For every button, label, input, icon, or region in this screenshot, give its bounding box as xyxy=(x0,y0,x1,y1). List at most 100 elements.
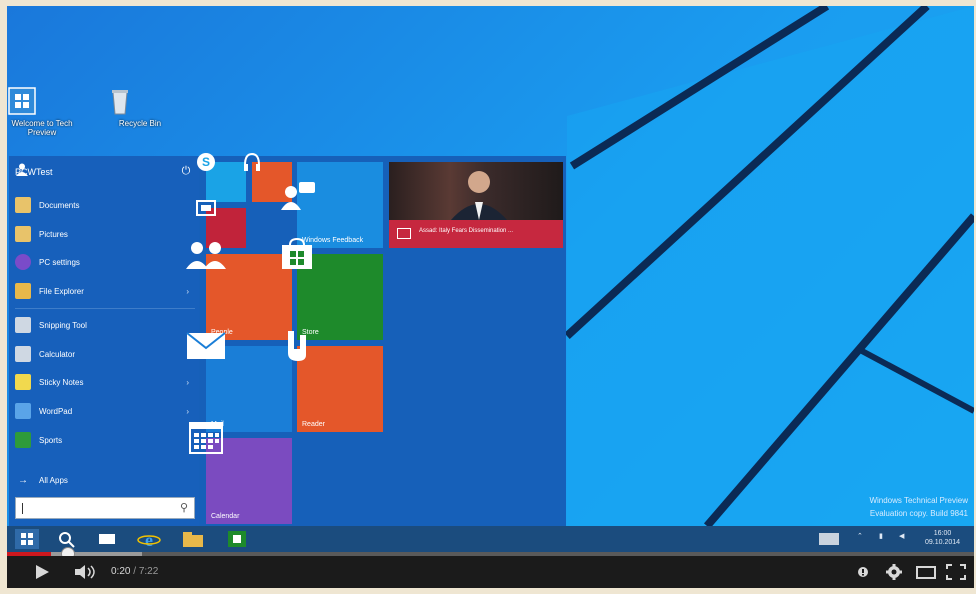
volume-icon xyxy=(75,565,95,579)
tile-calendar[interactable]: Calendar xyxy=(189,422,292,524)
desktop-icon-label: Recycle Bin xyxy=(118,119,162,128)
taskbar-store[interactable] xyxy=(225,529,249,549)
tile-skype[interactable]: S xyxy=(197,153,246,202)
chevron-right-icon[interactable]: › xyxy=(186,287,189,296)
menu-item-label: File Explorer xyxy=(39,286,84,296)
search-input[interactable]: ⚲ xyxy=(15,497,195,519)
tile-store[interactable]: Store xyxy=(282,237,383,340)
store-icon xyxy=(228,531,246,547)
svg-text:e: e xyxy=(145,530,153,549)
menu-item-wordpad[interactable]: WordPad › xyxy=(15,400,195,422)
search-icon[interactable]: ⚲ xyxy=(180,501,188,514)
user-icon xyxy=(16,163,28,176)
folder-icon xyxy=(183,532,203,547)
video-frame: Welcome to Tech Preview Recycle Bin PCWT… xyxy=(0,0,976,594)
player-controls: 0:20 / 7:22 xyxy=(7,556,974,588)
taskbar-file-explorer[interactable] xyxy=(181,529,205,549)
pictures-icon xyxy=(15,226,31,242)
divider xyxy=(15,308,195,309)
menu-item-label: PC settings xyxy=(39,257,80,267)
time-display: 0:20 / 7:22 xyxy=(111,562,158,582)
current-time: 0:20 xyxy=(111,566,131,577)
sticky-notes-icon xyxy=(15,374,31,390)
desktop-icon-recycle-bin[interactable]: Recycle Bin xyxy=(105,86,175,128)
start-menu: PCWTest ⏻ Documents Pictures PC settings xyxy=(9,152,566,526)
all-apps-button[interactable]: → All Apps xyxy=(15,469,195,491)
menu-item-label: Calculator xyxy=(39,349,76,359)
internet-explorer-icon: e xyxy=(137,530,161,550)
watermark-line-1: Windows Technical Preview xyxy=(869,496,968,505)
tile-label: Assad: Italy Fears Dissemination ... xyxy=(419,228,514,234)
start-button[interactable] xyxy=(15,529,39,549)
start-menu-left-pane: PCWTest ⏻ Documents Pictures PC settings xyxy=(9,156,199,526)
taskbar-search-button[interactable] xyxy=(55,529,79,549)
task-view-button[interactable] xyxy=(95,529,119,549)
user-account[interactable]: PCWTest xyxy=(15,162,53,182)
play-icon xyxy=(36,565,49,579)
windows-logo-icon xyxy=(21,533,33,545)
keyboard-icon[interactable] xyxy=(819,533,839,545)
menu-item-pictures[interactable]: Pictures xyxy=(15,223,195,245)
tile-windows-feedback[interactable]: Windows Feedback xyxy=(281,162,383,248)
theater-mode-button[interactable] xyxy=(915,562,937,582)
network-icon[interactable]: ▮ xyxy=(879,532,883,540)
tile-reader[interactable]: Reader xyxy=(288,331,383,432)
menu-item-sports[interactable]: Sports xyxy=(15,429,195,451)
skype-icon: S xyxy=(197,153,215,171)
menu-item-label: Documents xyxy=(39,200,80,210)
menu-item-calculator[interactable]: Calculator xyxy=(15,343,195,365)
play-button[interactable] xyxy=(33,562,51,582)
mail-icon xyxy=(186,332,226,359)
menu-item-label: Sports xyxy=(39,435,63,445)
theater-icon xyxy=(916,566,936,579)
settings-icon xyxy=(886,564,902,580)
taskbar: e ⌃ ▮ ◀ 16:00 09.10.2014 xyxy=(7,526,974,552)
menu-item-label: Sticky Notes xyxy=(39,377,84,387)
taskbar-clock[interactable]: 16:00 09.10.2014 xyxy=(925,529,960,547)
desktop-icon-welcome[interactable]: Welcome to Tech Preview xyxy=(7,86,77,137)
chevron-right-icon[interactable]: › xyxy=(186,407,189,416)
menu-item-label: WordPad xyxy=(39,406,73,416)
text-caret xyxy=(22,503,23,514)
time-separator: / xyxy=(133,566,137,577)
news-photo xyxy=(389,162,563,220)
video-icon xyxy=(196,200,216,216)
annotations-icon xyxy=(858,567,868,577)
all-apps-label: All Apps xyxy=(39,475,68,485)
annotations-button[interactable] xyxy=(855,562,871,582)
taskbar-internet-explorer[interactable]: e xyxy=(137,529,161,550)
people-icon xyxy=(186,242,226,269)
headphones-icon xyxy=(244,152,260,171)
clock-time: 16:00 xyxy=(933,530,952,537)
fullscreen-button[interactable] xyxy=(945,562,967,582)
tile-mail[interactable]: Mail xyxy=(186,332,292,432)
windows-logo-icon xyxy=(8,86,57,116)
news-icon xyxy=(397,228,411,239)
menu-item-sticky-notes[interactable]: Sticky Notes › xyxy=(15,371,195,393)
video-player[interactable]: Welcome to Tech Preview Recycle Bin PCWT… xyxy=(7,6,974,588)
volume-button[interactable] xyxy=(73,562,99,582)
menu-item-snipping-tool[interactable]: Snipping Tool xyxy=(15,314,195,336)
menu-item-documents[interactable]: Documents xyxy=(15,194,195,216)
power-icon[interactable]: ⏻ xyxy=(179,164,193,178)
speaker-icon[interactable]: ◀ xyxy=(899,532,904,540)
gear-icon xyxy=(15,254,31,270)
wordpad-icon xyxy=(15,403,31,419)
menu-item-label: Pictures xyxy=(39,229,68,239)
svg-text:S: S xyxy=(202,155,210,169)
menu-item-pc-settings[interactable]: PC settings xyxy=(15,251,195,273)
documents-icon xyxy=(15,197,31,213)
chevron-right-icon[interactable]: › xyxy=(186,378,189,387)
settings-button[interactable] xyxy=(885,562,903,582)
chevron-up-icon[interactable]: ⌃ xyxy=(857,532,863,540)
clock-date: 09.10.2014 xyxy=(925,539,961,546)
tile-news[interactable]: Assad: Italy Fears Dissemination ... xyxy=(389,162,563,248)
evaluation-watermark: Windows Technical Preview Evaluation cop… xyxy=(869,494,968,520)
folder-icon xyxy=(15,283,31,299)
scissors-icon xyxy=(15,317,31,333)
reader-icon xyxy=(288,331,306,361)
store-icon xyxy=(282,237,312,269)
tile-label: Calendar xyxy=(211,513,240,520)
desktop: Welcome to Tech Preview Recycle Bin PCWT… xyxy=(7,6,974,526)
menu-item-file-explorer[interactable]: File Explorer › xyxy=(15,280,195,302)
